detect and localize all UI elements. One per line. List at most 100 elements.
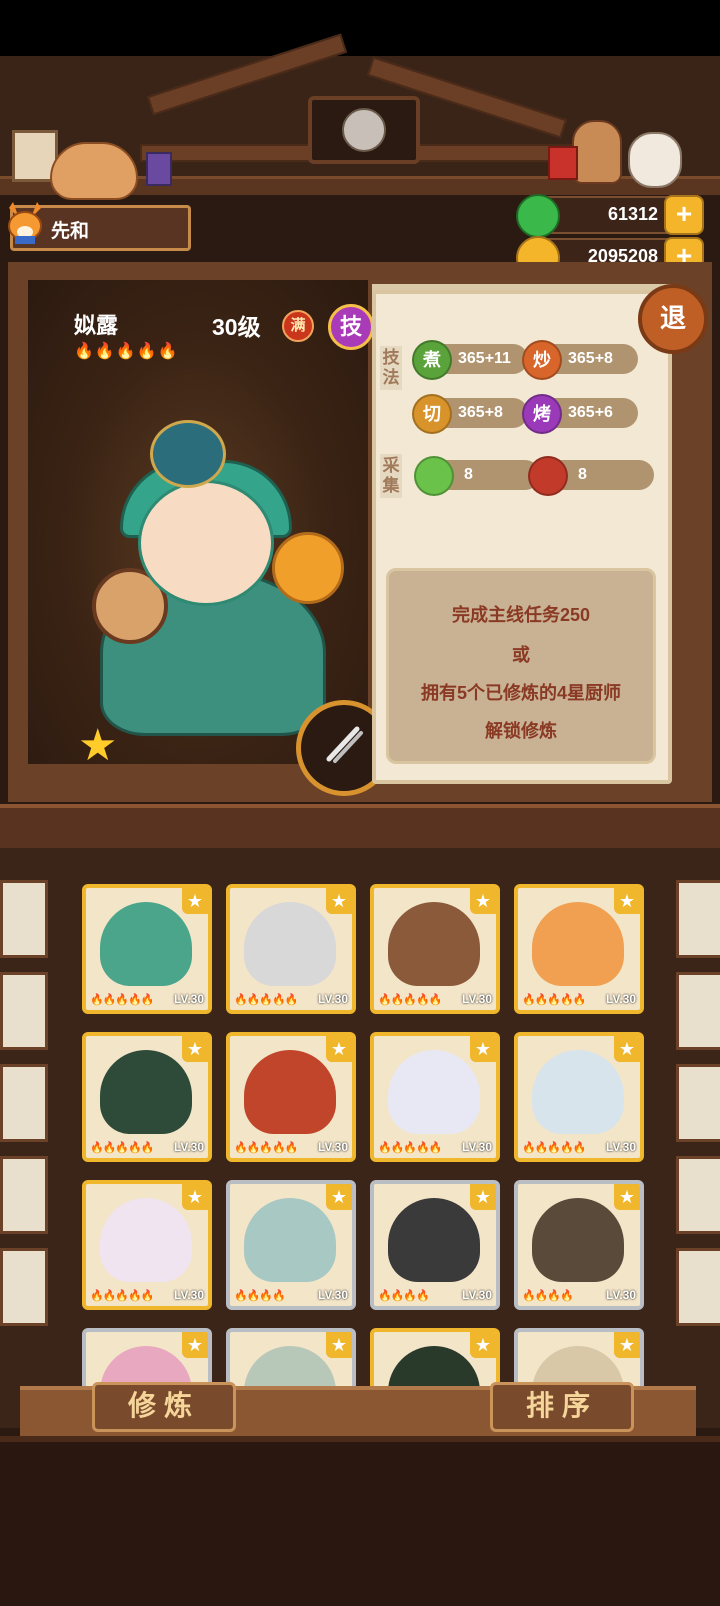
person-icon[interactable] [572, 120, 622, 184]
chef-card[interactable]: ★ 🔥🔥🔥🔥🔥 LV.30 [226, 884, 356, 1014]
chef-card-flames: 🔥🔥🔥🔥🔥 [522, 1142, 586, 1154]
chef-portrait-icon [532, 1050, 624, 1134]
screen-panel-right [676, 880, 720, 958]
chef-card-level: LV.30 [317, 1288, 348, 1302]
skill-stirfry: 炒 365+8 [522, 340, 638, 380]
chef-card[interactable]: ★ 🔥🔥🔥🔥🔥 LV.30 [370, 884, 500, 1014]
fox-avatar-icon [5, 200, 45, 246]
unlock-line-1: 完成主线任务250 [451, 605, 591, 625]
chef-portrait-icon [532, 1198, 624, 1282]
add-jade-button[interactable]: + [664, 195, 704, 235]
star-icon: ★ [614, 1184, 640, 1210]
retreat-button[interactable]: 退 [638, 284, 708, 354]
green-gem-icon [516, 194, 560, 238]
screen-panel-right [676, 1156, 720, 1234]
chef-card-level: LV.30 [173, 992, 204, 1006]
chef-card[interactable]: ★ 🔥🔥🔥🔥 LV.30 [514, 1180, 644, 1310]
star-icon: ★ [182, 888, 208, 914]
chef-card-flames: 🔥🔥🔥🔥🔥 [378, 994, 442, 1006]
raccoon-sign [308, 96, 420, 164]
screen-panel-left [0, 972, 48, 1050]
chef-card-level: LV.30 [605, 1288, 636, 1302]
chef-card-flames: 🔥🔥🔥🔥🔥 [90, 1142, 154, 1154]
chef-portrait-icon [100, 902, 192, 986]
star-icon: ★ [182, 1332, 208, 1358]
chef-card[interactable]: ★ 🔥🔥🔥🔥🔥 LV.30 [514, 1032, 644, 1162]
chef-flames: 🔥🔥🔥🔥🔥 [74, 343, 179, 360]
skill-cut-icon: 切 [412, 394, 452, 434]
floor [0, 1436, 720, 1606]
player-name: 先和 [51, 221, 90, 242]
chef-portrait-icon [100, 1198, 192, 1282]
chef-level: 30级 [212, 314, 261, 340]
chef-card[interactable]: ★ 🔥🔥🔥🔥 LV.30 [370, 1180, 500, 1310]
gather-vegetable: 8 [414, 456, 540, 496]
skill-roast: 烤 365+6 [522, 394, 638, 434]
chef-portrait-icon [244, 1050, 336, 1134]
gather-meat-value: 8 [578, 466, 587, 483]
star-icon: ★ [470, 888, 496, 914]
star-icon: ★ [614, 1332, 640, 1358]
star-icon: ★ [182, 1036, 208, 1062]
chef-portrait-icon [100, 1050, 192, 1134]
star-icon: ★ [326, 888, 352, 914]
chef-card-level: LV.30 [461, 1288, 492, 1302]
chef-card-flames: 🔥🔥🔥🔥🔥 [378, 1142, 442, 1154]
screen-panel-right [676, 1064, 720, 1142]
chef-card[interactable]: ★ 🔥🔥🔥🔥🔥 LV.30 [370, 1032, 500, 1162]
screen-panel-left [0, 1064, 48, 1142]
chef-card-flames: 🔥🔥🔥🔥🔥 [90, 1290, 154, 1302]
unlock-line-3: 拥有5个已修炼的4星厨师 [420, 683, 622, 703]
skill-cut: 切 365+8 [412, 394, 528, 434]
sort-button[interactable]: 排序 [490, 1382, 634, 1432]
white-cat-icon[interactable] [628, 132, 682, 188]
full-badge: 满 [282, 310, 314, 342]
cat-icon[interactable] [50, 142, 138, 200]
screen-panel-right [676, 1248, 720, 1326]
chef-card[interactable]: ★ 🔥🔥🔥🔥🔥 LV.30 [82, 884, 212, 1014]
star-icon: ★ [470, 1332, 496, 1358]
book-icon [548, 146, 578, 180]
cultivate-button[interactable]: 修炼 [92, 1382, 236, 1432]
chef-card-flames: 🔥🔥🔥🔥🔥 [234, 994, 298, 1006]
chef-card-level: LV.30 [173, 1140, 204, 1154]
chef-portrait-icon [244, 1198, 336, 1282]
star-icon: ★ [182, 1184, 208, 1210]
chef-card-flames: 🔥🔥🔥🔥🔥 [234, 1142, 298, 1154]
chef-card-flames: 🔥🔥🔥🔥 [234, 1290, 286, 1302]
chef-portrait-icon [244, 902, 336, 986]
star-icon: ★ [326, 1184, 352, 1210]
unlock-line-2: 或 [512, 645, 530, 665]
skill-boil-value: 365+11 [458, 350, 511, 367]
meat-icon [528, 456, 568, 496]
chef-card[interactable]: ★ 🔥🔥🔥🔥 LV.30 [226, 1180, 356, 1310]
gather-section-label: 采集 [380, 454, 402, 498]
unlock-line-4: 解锁修炼 [485, 721, 557, 741]
star-icon: ★ [78, 721, 118, 770]
chef-card[interactable]: ★ 🔥🔥🔥🔥🔥 LV.30 [514, 884, 644, 1014]
player-name-bar[interactable]: 先和 [8, 202, 191, 251]
chef-card[interactable]: ★ 🔥🔥🔥🔥🔥 LV.30 [226, 1032, 356, 1162]
skill-button[interactable]: 技 [328, 304, 374, 350]
chef-card[interactable]: ★ 🔥🔥🔥🔥🔥 LV.30 [82, 1180, 212, 1310]
chef-portrait-icon [388, 902, 480, 986]
skills-section-label: 技法 [380, 346, 402, 390]
chef-card-level: LV.30 [173, 1288, 204, 1302]
chef-card[interactable]: ★ 🔥🔥🔥🔥🔥 LV.30 [82, 1032, 212, 1162]
screen-panel-left [0, 1156, 48, 1234]
chef-card-level: LV.30 [461, 992, 492, 1006]
star-icon: ★ [326, 1036, 352, 1062]
jade-currency: 61312 + [516, 194, 704, 238]
skill-stirfry-icon: 炒 [522, 340, 562, 380]
skill-boil: 煮 365+11 [412, 340, 528, 380]
skill-stirfry-value: 365+8 [568, 350, 613, 367]
screen-panel-left [0, 1248, 48, 1326]
chef-card-level: LV.30 [605, 1140, 636, 1154]
jar-icon [146, 152, 172, 186]
chef-portrait-icon [532, 902, 624, 986]
chef-card-level: LV.30 [605, 992, 636, 1006]
star-icon: ★ [614, 888, 640, 914]
chef-card-level: LV.30 [317, 992, 348, 1006]
gather-meat: 8 [528, 456, 654, 496]
chef-card-flames: 🔥🔥🔥🔥 [522, 1290, 574, 1302]
